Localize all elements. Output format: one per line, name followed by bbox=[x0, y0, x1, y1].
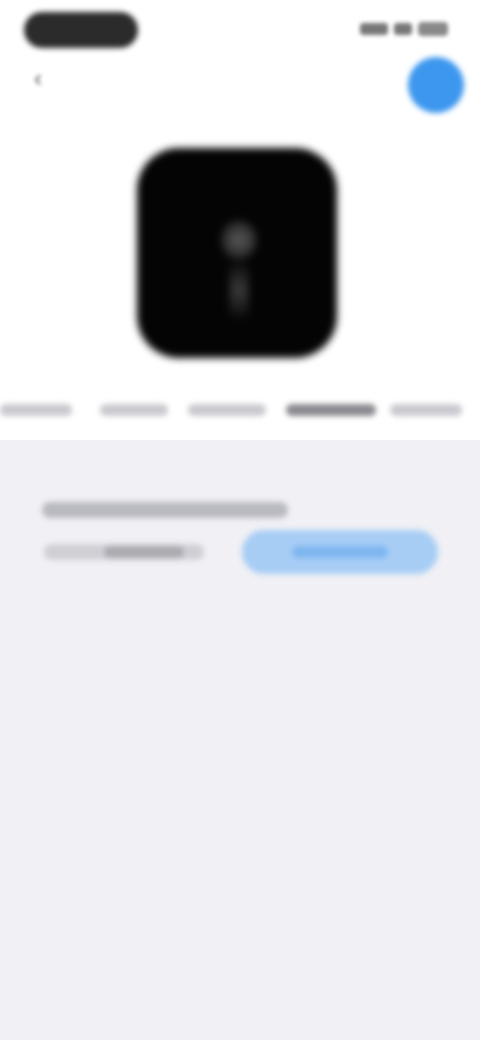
primary-button[interactable] bbox=[242, 530, 438, 574]
wifi-icon bbox=[394, 23, 412, 35]
app-icon-glyph-top bbox=[221, 220, 257, 260]
row-label bbox=[42, 502, 288, 518]
tab-bar bbox=[0, 396, 480, 428]
status-indicators bbox=[360, 22, 448, 36]
row-field-value bbox=[104, 546, 184, 558]
tab-3[interactable] bbox=[188, 404, 266, 416]
tab-5[interactable] bbox=[390, 404, 462, 416]
chevron-left-icon: ‹ bbox=[34, 65, 42, 92]
battery-icon bbox=[418, 22, 448, 36]
primary-button-label bbox=[292, 546, 388, 558]
tab-1[interactable] bbox=[0, 404, 72, 416]
tab-2[interactable] bbox=[100, 404, 168, 416]
tab-4[interactable] bbox=[286, 404, 376, 416]
row-field bbox=[44, 544, 204, 560]
status-time-pill bbox=[24, 12, 138, 48]
back-button[interactable]: ‹ bbox=[34, 67, 52, 91]
action-button[interactable] bbox=[408, 57, 464, 113]
app-icon bbox=[137, 148, 337, 358]
header-area: ‹ bbox=[0, 0, 480, 440]
app-screen: ‹ bbox=[0, 0, 480, 1040]
signal-icon bbox=[360, 23, 388, 35]
app-icon-glyph-bottom bbox=[229, 260, 249, 320]
